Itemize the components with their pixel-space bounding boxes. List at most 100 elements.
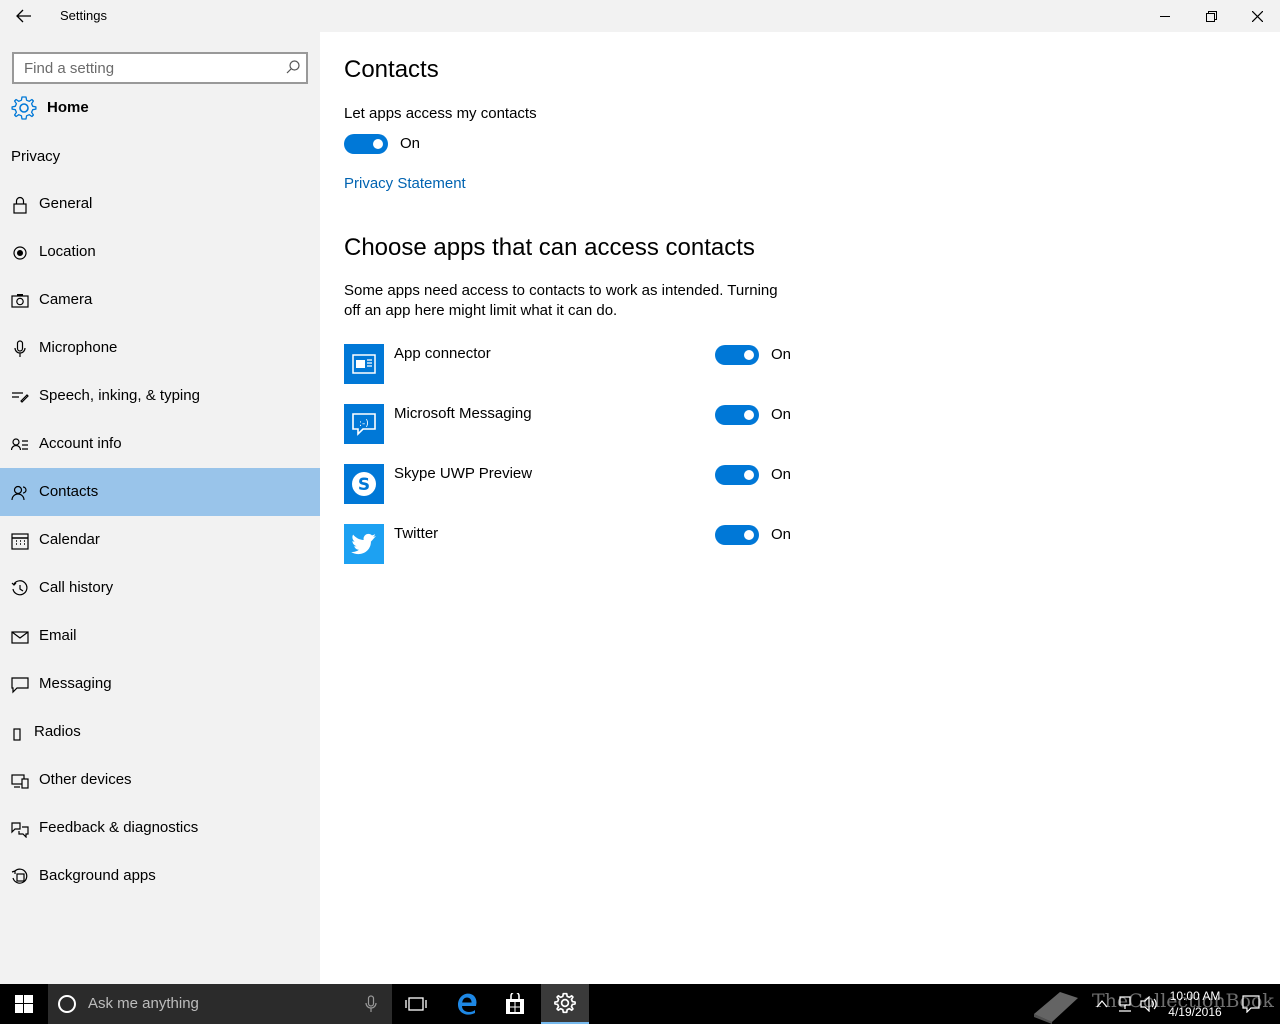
sidebar-item-speech[interactable]: Speech, inking, & typing [0, 372, 320, 420]
toggle-knob [744, 470, 754, 480]
notification-icon [1242, 995, 1260, 1013]
sidebar-item-account-info[interactable]: Account info [0, 420, 320, 468]
window-title: Settings [60, 8, 107, 23]
toggle-knob [744, 530, 754, 540]
gear-icon [554, 992, 576, 1014]
find-setting-search[interactable] [12, 52, 308, 84]
sidebar-item-camera[interactable]: Camera [0, 276, 320, 324]
sidebar-item-label: Other devices [39, 771, 132, 788]
task-view-button[interactable] [392, 984, 440, 1024]
sidebar-item-label: Email [39, 627, 77, 644]
show-hidden-icons-button[interactable] [1092, 984, 1112, 1024]
store-button[interactable] [491, 984, 539, 1024]
cortana-search-box[interactable]: Ask me anything [48, 984, 392, 1024]
action-center-button[interactable] [1238, 984, 1264, 1024]
edge-button[interactable] [443, 984, 491, 1024]
history-icon [11, 580, 28, 596]
home-label: Home [47, 99, 89, 116]
search-input[interactable] [14, 54, 274, 82]
sidebar-item-other-devices[interactable]: Other devices [0, 756, 320, 804]
title-bar: Settings [0, 0, 1280, 32]
sidebar-item-background-apps[interactable]: Background apps [0, 852, 320, 900]
sidebar-item-label: Radios [34, 723, 81, 740]
windows-logo-icon [15, 995, 33, 1013]
app-row-twitter: Twitter On [344, 524, 804, 564]
devices-icon [11, 774, 29, 789]
clock-time: 10:00 AM [1169, 989, 1221, 1003]
camera-icon [11, 294, 29, 308]
start-button[interactable] [0, 984, 48, 1024]
app-name: Microsoft Messaging [394, 405, 532, 422]
restore-button[interactable] [1188, 0, 1234, 32]
main-content: Contacts Let apps access my contacts On … [320, 32, 1280, 984]
sidebar: Home Privacy General Location Camera Mic… [0, 32, 320, 984]
twitter-toggle[interactable] [715, 525, 759, 545]
store-icon [506, 993, 524, 1014]
sidebar-item-contacts[interactable]: Contacts [0, 468, 320, 516]
volume-button[interactable] [1138, 984, 1160, 1024]
sidebar-item-microphone[interactable]: Microphone [0, 324, 320, 372]
task-view-icon [405, 997, 427, 1011]
page-title: Contacts [344, 56, 439, 83]
toggle-state-label: On [400, 135, 421, 152]
sidebar-item-location[interactable]: Location [0, 228, 320, 276]
speaker-icon [1140, 996, 1157, 1012]
contacts-access-toggle[interactable] [344, 134, 388, 154]
sidebar-item-label: Messaging [39, 675, 112, 692]
search-icon[interactable] [286, 60, 300, 74]
skype-toggle[interactable] [715, 465, 759, 485]
network-button[interactable] [1114, 984, 1136, 1024]
svg-text:S: S [358, 475, 370, 495]
sidebar-item-label: Speech, inking, & typing [39, 387, 200, 404]
app-connector-toggle[interactable] [715, 345, 759, 365]
sidebar-item-label: Contacts [39, 483, 99, 500]
settings-taskbar-button[interactable] [541, 984, 589, 1024]
minimize-icon [1160, 16, 1170, 17]
messaging-app-icon: :-) [344, 404, 384, 444]
skype-icon: S [344, 464, 384, 504]
svg-text::-): :-) [359, 419, 369, 429]
sidebar-item-email[interactable]: Email [0, 612, 320, 660]
sidebar-item-label: General [39, 195, 93, 212]
sidebar-item-radios[interactable]: Radios [0, 708, 320, 756]
location-icon [13, 246, 27, 260]
back-button[interactable] [0, 0, 48, 32]
app-name: Skype UWP Preview [394, 465, 533, 482]
sidebar-item-label: Camera [39, 291, 93, 308]
speech-icon [12, 392, 29, 403]
restore-icon [1205, 10, 1217, 22]
sidebar-item-general[interactable]: General [0, 180, 320, 228]
email-icon [11, 631, 29, 644]
sidebar-item-feedback[interactable]: Feedback & diagnostics [0, 804, 320, 852]
microphone-icon[interactable] [365, 995, 377, 1013]
edge-icon [458, 993, 477, 1015]
app-row-skype: S Skype UWP Preview On [344, 464, 804, 504]
sidebar-item-label: Background apps [39, 867, 156, 884]
toggle-knob [373, 139, 383, 149]
cortana-placeholder: Ask me anything [88, 995, 199, 1012]
sidebar-item-label: Calendar [39, 531, 100, 548]
minimize-button[interactable] [1142, 0, 1188, 32]
sidebar-item-label: Feedback & diagnostics [39, 819, 199, 836]
clock[interactable]: 10:00 AM 4/19/2016 [1160, 988, 1230, 1020]
calendar-icon [11, 533, 29, 550]
app-name: App connector [394, 345, 491, 362]
sidebar-item-calendar[interactable]: Calendar [0, 516, 320, 564]
master-toggle-label: Let apps access my contacts [344, 105, 537, 122]
radios-icon [13, 728, 21, 741]
back-arrow-icon [16, 9, 31, 23]
sidebar-item-messaging[interactable]: Messaging [0, 660, 320, 708]
cortana-icon [58, 995, 76, 1013]
account-info-icon [11, 438, 28, 451]
privacy-statement-link[interactable]: Privacy Statement [344, 175, 466, 192]
background-apps-icon [11, 868, 28, 884]
home-link[interactable]: Home [0, 92, 320, 124]
toggle-knob [744, 350, 754, 360]
gear-icon [11, 96, 37, 120]
microsoft-messaging-toggle[interactable] [715, 405, 759, 425]
lock-icon [13, 196, 27, 214]
toggle-state-label: On [771, 466, 792, 483]
close-button[interactable] [1234, 0, 1280, 32]
twitter-icon [344, 524, 384, 564]
sidebar-item-call-history[interactable]: Call history [0, 564, 320, 612]
